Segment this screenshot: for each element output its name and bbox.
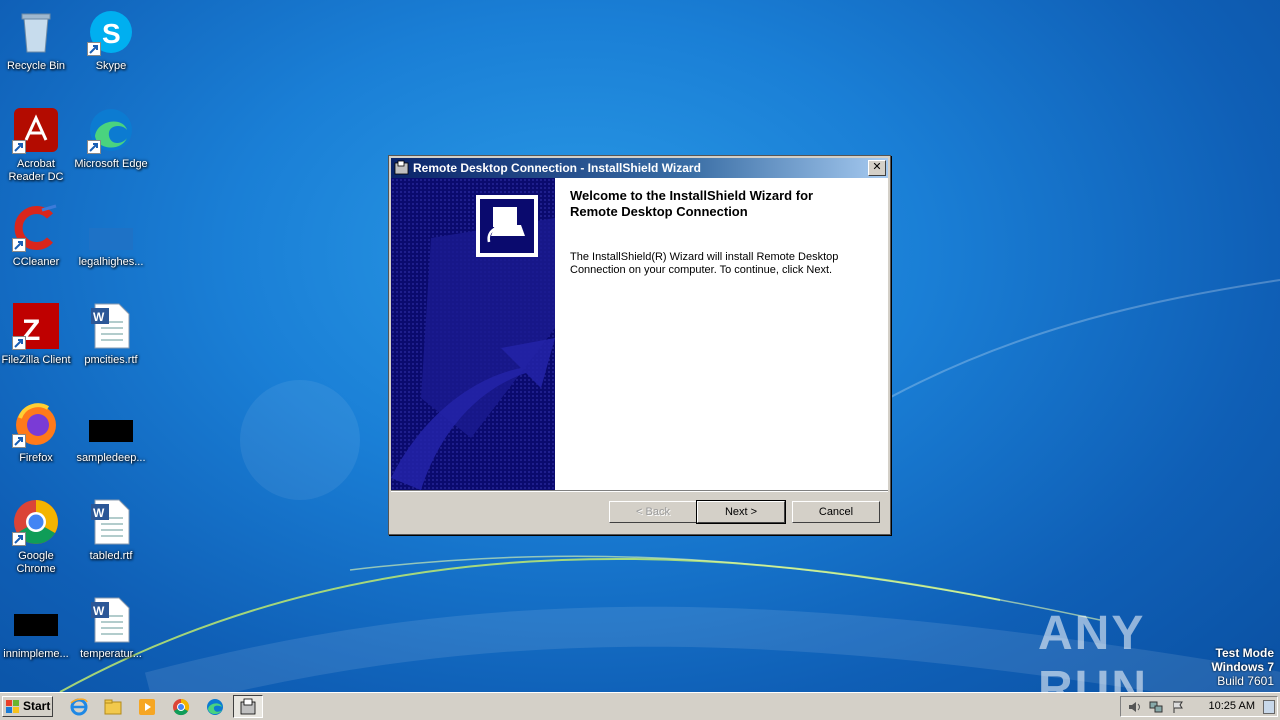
shortcut-arrow-icon (12, 238, 26, 252)
svg-text:W: W (93, 604, 105, 618)
desktop-icon-ccleaner[interactable]: CCleaner (0, 204, 74, 269)
action-center-flag-icon[interactable] (1171, 700, 1185, 714)
black-file-icon (12, 596, 60, 644)
chrome-icon[interactable] (172, 698, 190, 716)
desktop-icon-label: pmcities.rtf (84, 354, 138, 366)
desktop-icon-sampledeep[interactable]: sampledeep... (73, 400, 149, 465)
cancel-button[interactable]: Cancel (792, 501, 880, 523)
desktop-icon-label: innimpleme... (3, 648, 69, 660)
shortcut-arrow-icon (12, 140, 26, 154)
shortcut-arrow-icon (12, 336, 26, 350)
welcome-heading: Welcome to the InstallShield Wizard for … (570, 188, 814, 219)
word-doc-icon: W (87, 596, 135, 644)
desktop-icon-filezilla[interactable]: Z FileZilla Client (0, 302, 74, 367)
installshield-dialog: Remote Desktop Connection - InstallShiel… (388, 155, 891, 535)
show-desktop-button[interactable] (1263, 700, 1275, 714)
banner-art (391, 178, 555, 490)
internet-explorer-icon[interactable] (70, 698, 88, 716)
desktop-icon-label: Acrobat Reader DC (8, 158, 64, 183)
shortcut-arrow-icon (12, 434, 26, 448)
desktop-icon-temperatur[interactable]: W temperatur... (73, 596, 149, 661)
explorer-icon[interactable] (104, 698, 122, 716)
wizard-content: Welcome to the InstallShield Wizard for … (555, 178, 888, 490)
blank-file-icon (87, 204, 135, 252)
shortcut-arrow-icon (87, 140, 101, 154)
installer-icon (394, 160, 409, 175)
back-button[interactable]: < Back (609, 501, 697, 523)
close-button[interactable]: ✕ (868, 160, 886, 176)
taskbar-installer-button[interactable] (233, 695, 263, 718)
desktop-icon-label: Firefox (19, 452, 53, 464)
wizard-banner (391, 178, 555, 490)
windows-flag-icon (6, 700, 19, 713)
desktop-icon-label: tabled.rtf (89, 550, 133, 562)
desktop-icon-edge[interactable]: Microsoft Edge (73, 106, 149, 171)
clock[interactable]: 10:25 AM (1209, 700, 1255, 712)
anyrun-watermark: ANY RUN (1038, 607, 1148, 692)
button-separator (391, 490, 888, 492)
media-player-icon[interactable] (138, 698, 156, 716)
desktop-icon-label: legalhighes... (78, 256, 144, 268)
desktop-icon-innimpleme[interactable]: innimpleme... (0, 596, 74, 661)
black-file-icon (87, 400, 135, 448)
firefox-icon (12, 400, 60, 448)
word-doc-icon: W (87, 498, 135, 546)
system-tray: 10:25 AM (1120, 696, 1278, 717)
edge-icon[interactable] (206, 698, 224, 716)
desktop-icon-label: Recycle Bin (6, 60, 66, 72)
test-mode-info: Test Mode Windows 7 Build 7601 (1211, 646, 1274, 688)
desktop-icon-label: temperatur... (80, 648, 142, 660)
volume-icon[interactable] (1127, 700, 1141, 714)
chrome-icon (12, 498, 60, 546)
desktop-icon-firefox[interactable]: Firefox (0, 400, 74, 465)
edge-icon (87, 106, 135, 154)
ccleaner-icon (12, 204, 60, 252)
dialog-title: Remote Desktop Connection - InstallShiel… (413, 161, 701, 175)
test-mode-label: Test Mode (1215, 646, 1274, 660)
installer-icon (240, 698, 256, 715)
desktop-icon-label: sampledeep... (76, 452, 146, 464)
desktop-icon-label: Microsoft Edge (74, 158, 148, 170)
shortcut-arrow-icon (87, 42, 101, 56)
build-label: Build 7601 (1217, 674, 1274, 688)
desktop-icon-skype[interactable]: S Skype (73, 8, 149, 73)
filezilla-icon: Z (12, 302, 60, 350)
desktop-icon-pmcities[interactable]: W pmcities.rtf (73, 302, 149, 367)
desktop-icon-label: Google Chrome (16, 550, 56, 575)
desktop-icon-label: FileZilla Client (1, 354, 71, 366)
word-doc-icon: W (87, 302, 135, 350)
desktop-icon-label: CCleaner (12, 256, 60, 268)
desktop-icon-recycle-bin[interactable]: Recycle Bin (0, 8, 74, 73)
next-button[interactable]: Next > (696, 500, 786, 524)
acrobat-icon (12, 106, 60, 154)
os-label: Windows 7 (1211, 660, 1274, 674)
start-label: Start (23, 699, 51, 713)
desktop-icon-tabled[interactable]: W tabled.rtf (73, 498, 149, 563)
desktop-icon-legalhighes[interactable]: legalhighes... (73, 204, 149, 269)
desktop-icon-chrome[interactable]: Google Chrome (0, 498, 74, 576)
start-button[interactable]: Start (2, 696, 53, 717)
skype-icon: S (87, 8, 135, 56)
recycle-bin-icon (12, 8, 60, 56)
shortcut-arrow-icon (12, 532, 26, 546)
dialog-titlebar[interactable]: Remote Desktop Connection - InstallShiel… (391, 158, 888, 178)
network-icon[interactable] (1149, 700, 1163, 714)
welcome-text: The InstallShield(R) Wizard will install… (570, 251, 839, 276)
desktop-icon-label: Skype (95, 60, 127, 72)
taskbar: Start 10:25 AM (0, 692, 1280, 720)
svg-text:S: S (102, 18, 121, 49)
desktop-icon-acrobat[interactable]: Acrobat Reader DC (0, 106, 74, 184)
svg-text:W: W (93, 506, 105, 520)
svg-text:W: W (93, 310, 105, 324)
